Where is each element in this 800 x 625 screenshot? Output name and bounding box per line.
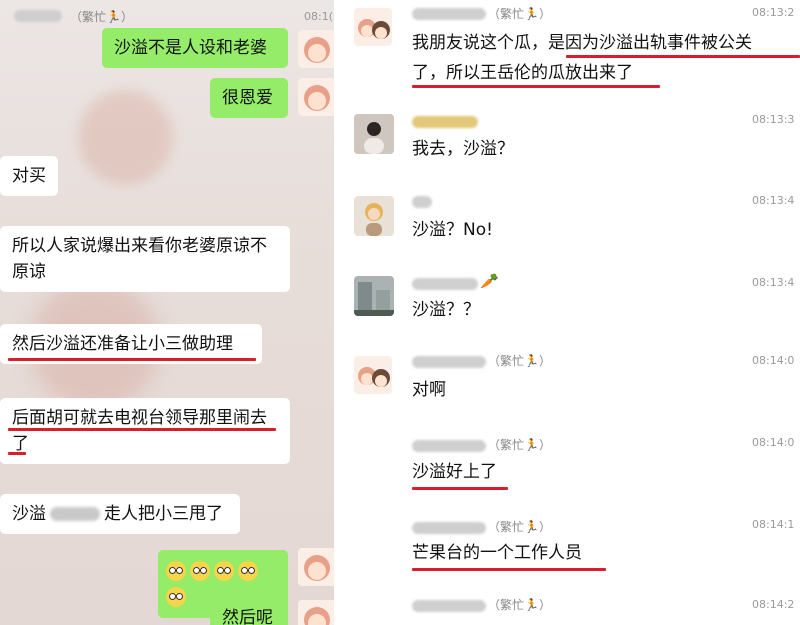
blurred-username	[412, 8, 486, 20]
running-person-icon: 🏃	[524, 598, 539, 612]
right-chat-screenshot: （繁忙🏃） 08:13:2 我朋友说这个瓜，是因为沙溢出轨事件被公关 了，所以王…	[348, 0, 800, 625]
chat-bubble-sent: 很恩爱	[210, 78, 288, 118]
astonished-face-emoji	[166, 561, 186, 581]
red-underline	[8, 452, 26, 455]
avatar[interactable]	[354, 276, 394, 316]
message-line: 了，所以王岳伦的瓜放出来了	[412, 63, 633, 83]
message-line: 所以人家说爆出来看你老婆原谅不	[12, 236, 267, 256]
cartoon-girl-icon	[304, 37, 330, 63]
message-text: 芒果台的一个工作人员	[412, 543, 582, 563]
person-photo-icon	[354, 196, 394, 236]
message-line: 我朋友说这个瓜，是因为沙溢出轨事件被公关	[412, 33, 752, 53]
red-underline	[412, 487, 508, 490]
message-timestamp: 08:14:1	[752, 518, 795, 531]
red-underline	[412, 85, 660, 88]
person-photo-icon	[354, 114, 394, 154]
message-line: 了	[12, 434, 29, 454]
message-timestamp: 08:14:0	[752, 354, 795, 367]
blurred-username	[412, 356, 486, 368]
blurred-username	[412, 196, 432, 208]
chat-bubble-sent: 然后呢	[210, 598, 288, 625]
chat-bubble-received: 沙溢 走人把小三甩了	[0, 494, 240, 534]
blurred-username	[14, 10, 62, 22]
contact-status: （繁忙🏃）	[488, 520, 551, 534]
avatar[interactable]	[298, 600, 334, 625]
cartoon-girl-icon	[304, 607, 330, 625]
contact-status: （繁忙🏃）	[70, 10, 133, 24]
message-timestamp: 08:1(	[304, 10, 333, 23]
red-underline	[566, 55, 800, 58]
message-timestamp: 08:13:4	[752, 276, 795, 289]
chat-bubble-received: 后面胡可就去电视台领导那里闹去 了	[0, 398, 290, 464]
message-text: 沙溢好上了	[412, 462, 497, 482]
running-person-icon: 🏃	[524, 7, 539, 21]
message-timestamp: 08:13:2	[752, 6, 795, 19]
message-text: 对啊	[412, 380, 446, 400]
cartoon-girls-icon	[358, 19, 390, 39]
avatar[interactable]	[354, 356, 392, 394]
cartoon-girls-icon	[358, 367, 390, 387]
blurred-username	[412, 600, 486, 612]
left-chat-screenshot: （繁忙🏃） 08:1( 沙溢不是人设和老婆 很恩爱 对买 所以人家说爆出来看你老…	[0, 0, 334, 625]
contact-status: （繁忙🏃）	[488, 598, 551, 612]
message-timestamp: 08:13:4	[752, 194, 795, 207]
message-text: 沙溢？No!	[412, 220, 493, 240]
blurred-name	[50, 507, 100, 521]
message-text: 沙溢？？	[412, 300, 480, 320]
contact-status: （繁忙🏃）	[488, 7, 551, 21]
message-timestamp: 08:14:0	[752, 436, 795, 449]
running-person-icon: 🏃	[106, 10, 121, 24]
red-underline	[8, 428, 276, 431]
red-underline	[412, 568, 606, 571]
blurred-username	[412, 440, 486, 452]
message-text: 我朋友说这个瓜，是因为沙溢出轨事件被公关 了，所以王岳伦的瓜放出来了	[412, 28, 752, 88]
cartoon-girl-icon	[304, 555, 330, 581]
panel-divider	[334, 0, 348, 625]
running-person-icon: 🏃	[524, 354, 539, 368]
message-timestamp: 08:14:2	[752, 598, 795, 611]
message-timestamp: 08:13:3	[752, 113, 795, 126]
contact-status: （繁忙🏃）	[488, 438, 551, 452]
blurred-username	[412, 116, 478, 128]
message-line: 原谅	[12, 262, 46, 282]
background-heart-shape	[78, 90, 173, 185]
chat-bubble-sent: 沙溢不是人设和老婆	[102, 28, 288, 68]
blurred-username	[412, 278, 478, 290]
avatar[interactable]	[298, 78, 334, 116]
running-person-icon: 🏃	[524, 520, 539, 534]
message-text: 我去，沙溢？	[412, 139, 514, 159]
avatar[interactable]	[354, 8, 392, 46]
contact-status: （繁忙🏃）	[488, 354, 551, 368]
running-person-icon: 🏃	[524, 438, 539, 452]
astonished-face-emoji	[166, 587, 186, 607]
avatar[interactable]	[354, 196, 394, 236]
astonished-face-emoji	[190, 561, 210, 581]
red-underline	[8, 358, 256, 361]
avatar[interactable]	[298, 30, 334, 68]
cartoon-girl-icon	[304, 85, 330, 111]
astonished-face-emoji	[214, 561, 234, 581]
blurred-username	[412, 522, 486, 534]
building-photo-icon	[354, 276, 394, 316]
avatar[interactable]	[298, 548, 334, 586]
carrot-icon: 🥕	[480, 272, 499, 290]
astonished-face-emoji	[238, 561, 258, 581]
chat-bubble-received: 所以人家说爆出来看你老婆原谅不 原谅	[0, 226, 290, 292]
chat-bubble-received: 对买	[0, 156, 58, 196]
avatar[interactable]	[354, 114, 394, 154]
